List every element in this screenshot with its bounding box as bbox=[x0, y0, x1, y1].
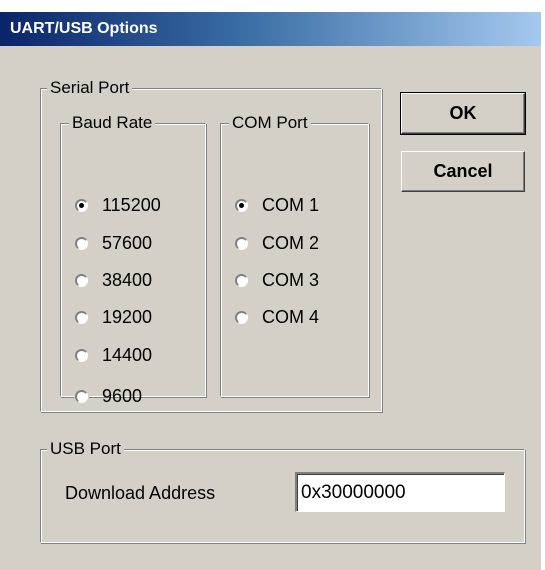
baud-rate-option-label: 9600 bbox=[102, 386, 143, 406]
com-port-option[interactable]: COM 1 bbox=[235, 195, 319, 216]
baud-rate-option[interactable]: 57600 bbox=[75, 233, 152, 254]
radio-button-icon[interactable] bbox=[235, 199, 248, 212]
com-port-label: COM Port bbox=[229, 112, 311, 134]
usb-port-group: USB Port Download Address bbox=[40, 438, 525, 543]
dialog-client-area: Serial Port Baud Rate 115200 57600 38400 19… bbox=[0, 46, 541, 570]
com-port-option[interactable]: COM 4 bbox=[235, 307, 319, 328]
com-port-option[interactable]: COM 2 bbox=[235, 233, 319, 254]
usb-port-label: USB Port bbox=[47, 438, 124, 460]
com-port-option[interactable]: COM 3 bbox=[235, 270, 319, 291]
download-address-input[interactable] bbox=[295, 472, 505, 512]
radio-button-icon[interactable] bbox=[235, 237, 248, 250]
baud-rate-option-label: 19200 bbox=[102, 307, 153, 327]
radio-button-icon[interactable] bbox=[235, 311, 248, 324]
radio-button-icon[interactable] bbox=[75, 390, 88, 403]
ok-button[interactable]: OK bbox=[400, 92, 526, 135]
uart-usb-options-dialog: UART/USB Options Serial Port Baud Rate 1… bbox=[0, 0, 545, 570]
baud-rate-option-label: 57600 bbox=[102, 233, 153, 253]
baud-rate-option[interactable]: 38400 bbox=[75, 270, 152, 291]
baud-rate-option-label: 38400 bbox=[102, 270, 153, 290]
radio-button-icon[interactable] bbox=[75, 311, 88, 324]
top-strip bbox=[0, 0, 545, 12]
com-port-option-label: COM 2 bbox=[262, 233, 320, 253]
baud-rate-option[interactable]: 9600 bbox=[75, 386, 142, 407]
download-address-label: Download Address bbox=[65, 483, 216, 503]
baud-rate-option-label: 115200 bbox=[102, 195, 161, 215]
baud-rate-option[interactable]: 14400 bbox=[75, 345, 152, 366]
baud-rate-option[interactable]: 115200 bbox=[75, 195, 161, 216]
baud-rate-label: Baud Rate bbox=[69, 112, 156, 134]
cancel-button[interactable]: Cancel bbox=[401, 151, 525, 192]
baud-rate-option-label: 14400 bbox=[102, 345, 153, 365]
radio-button-icon[interactable] bbox=[75, 199, 88, 212]
com-port-option-label: COM 1 bbox=[262, 195, 320, 215]
title-bar[interactable]: UART/USB Options bbox=[0, 12, 545, 46]
radio-button-icon[interactable] bbox=[75, 349, 88, 362]
serial-port-group: Serial Port Baud Rate 115200 57600 38400 19… bbox=[40, 77, 382, 412]
right-edge bbox=[541, 12, 545, 570]
radio-button-icon[interactable] bbox=[75, 274, 88, 287]
serial-port-label: Serial Port bbox=[47, 77, 133, 99]
radio-button-icon[interactable] bbox=[75, 237, 88, 250]
com-port-option-label: COM 4 bbox=[262, 307, 320, 327]
baud-rate-group: Baud Rate 115200 57600 38400 19200 14400 9600 bbox=[60, 112, 206, 406]
com-port-option-label: COM 3 bbox=[262, 270, 320, 290]
window-title: UART/USB Options bbox=[10, 20, 158, 37]
com-port-group: COM Port COM 1 COM 2 COM 3 COM 4 bbox=[220, 112, 369, 397]
baud-rate-option[interactable]: 19200 bbox=[75, 307, 152, 328]
radio-button-icon[interactable] bbox=[235, 274, 248, 287]
